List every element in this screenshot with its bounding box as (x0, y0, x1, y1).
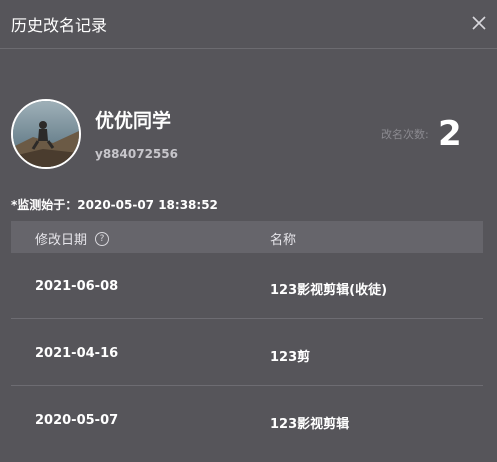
row-name: 123影视剪辑(收徒) (270, 283, 388, 298)
dialog-title: 历史改名记录 (11, 16, 108, 35)
column-header-date-label: 修改日期 (35, 233, 88, 248)
table-header: 修改日期 ? 名称 (11, 221, 483, 253)
row-date: 2021-06-08 (35, 279, 119, 294)
row-date: 2020-05-07 (35, 413, 119, 428)
column-header-name: 名称 (270, 233, 297, 248)
profile-id: y884072556 (95, 147, 178, 161)
rename-count-value: 2 (438, 114, 462, 154)
help-circle-icon[interactable]: ? (95, 231, 110, 246)
profile-name: 优优同学 (95, 110, 172, 132)
dialog-header: 历史改名记录 (0, 0, 497, 49)
monitor-start-text: *监测始于：2020-05-07 18:38:52 (11, 198, 218, 212)
table-row: 2021-06-08 123影视剪辑(收徒) (11, 253, 483, 319)
avatar (11, 99, 81, 169)
close-button[interactable] (468, 12, 490, 34)
column-header-date: 修改日期 ? (35, 229, 110, 248)
rename-count-label: 改名次数: (381, 128, 429, 141)
table-row: 2020-05-07 123影视剪辑 (11, 387, 483, 453)
row-date: 2021-04-16 (35, 346, 119, 361)
row-name: 123剪 (270, 350, 311, 365)
close-icon[interactable] (472, 16, 486, 30)
row-name: 123影视剪辑 (270, 417, 350, 432)
avatar-image (13, 101, 79, 167)
row-divider (11, 318, 483, 319)
row-divider (11, 385, 483, 386)
table-row: 2021-04-16 123剪 (11, 320, 483, 386)
